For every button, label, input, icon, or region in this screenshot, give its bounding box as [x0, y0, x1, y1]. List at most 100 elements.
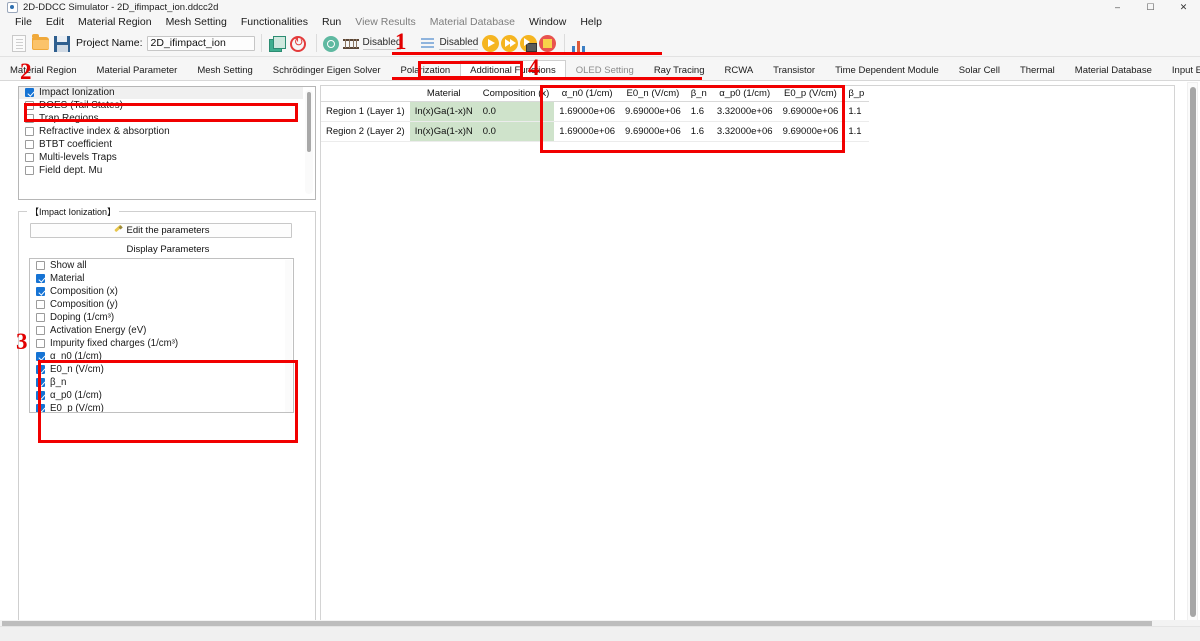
close-icon[interactable]: ✕ [1167, 0, 1200, 15]
tab-input-editor[interactable]: Input Editor [1162, 60, 1200, 80]
cell-alpha-p0[interactable]: 3.32000e+06 [712, 102, 778, 122]
checkbox-icon[interactable] [25, 127, 34, 136]
list-item[interactable]: E0_p (V/cm) [30, 402, 293, 413]
tab-thermal[interactable]: Thermal [1010, 60, 1065, 80]
display-parameters-scrollbar[interactable] [285, 260, 292, 413]
list-item[interactable]: Impurity fixed charges (1/cm³) [30, 337, 293, 350]
cell-e0-n[interactable]: 9.69000e+06 [620, 122, 686, 142]
list-item[interactable]: Show all [30, 259, 293, 272]
play-icon[interactable] [482, 35, 499, 52]
folder-icon[interactable] [32, 34, 50, 52]
list-item[interactable]: BTBT coefficient [19, 138, 303, 151]
list-item[interactable]: DOES (Tail States) [19, 99, 303, 112]
menu-edit[interactable]: Edit [39, 15, 71, 30]
cell-e0-p[interactable]: 9.69000e+06 [778, 122, 844, 142]
cell-alpha-p0[interactable]: 3.32000e+06 [712, 122, 778, 142]
checkbox-icon[interactable] [25, 166, 34, 175]
cell-alpha-n0[interactable]: 1.69000e+06 [554, 102, 620, 122]
cell-beta-n[interactable]: 1.6 [686, 122, 712, 142]
scrollbar-thumb[interactable] [1190, 87, 1196, 617]
stop-icon[interactable] [539, 35, 556, 52]
list-item[interactable]: Refractive index & absorption [19, 125, 303, 138]
checkbox-icon[interactable] [36, 404, 45, 413]
document-icon[interactable] [12, 35, 26, 52]
menu-material-database[interactable]: Material Database [423, 15, 522, 30]
list-item[interactable]: Activation Energy (eV) [30, 324, 293, 337]
list-item[interactable]: E0_n (V/cm) [30, 363, 293, 376]
maximize-icon[interactable]: ☐ [1134, 0, 1167, 15]
checkbox-icon[interactable] [36, 378, 45, 387]
window-vertical-scrollbar[interactable] [1187, 82, 1198, 630]
play-double-icon[interactable] [501, 35, 518, 52]
cell-composition-x[interactable]: 0.0 [478, 102, 555, 122]
menu-run[interactable]: Run [315, 15, 348, 30]
play-document-icon[interactable] [520, 35, 537, 52]
tab-solar-cell[interactable]: Solar Cell [949, 60, 1010, 80]
checkbox-icon[interactable] [36, 261, 45, 270]
list-item[interactable]: α_p0 (1/cm) [30, 389, 293, 402]
list-item[interactable]: Material [30, 272, 293, 285]
list-item[interactable]: Composition (x) [30, 285, 293, 298]
table-row[interactable]: Region 1 (Layer 1) In(x)Ga(1-x)N 0.0 1.6… [321, 102, 869, 122]
menu-functionalities[interactable]: Functionalities [234, 15, 315, 30]
minimize-icon[interactable]: – [1101, 0, 1134, 15]
mesh-circle-icon[interactable] [323, 36, 339, 52]
tab-material-region[interactable]: Material Region [0, 60, 87, 80]
checkbox-icon[interactable] [36, 313, 45, 322]
checkbox-icon[interactable] [25, 88, 34, 97]
tab-mesh-setting[interactable]: Mesh Setting [187, 60, 262, 80]
checkbox-icon[interactable] [25, 101, 34, 110]
edit-parameters-button[interactable]: Edit the parameters [30, 223, 292, 238]
list-item[interactable]: α_n0 (1/cm) [30, 350, 293, 363]
cell-e0-p[interactable]: 9.69000e+06 [778, 102, 844, 122]
tab-time-dependent-module[interactable]: Time Dependent Module [825, 60, 949, 80]
list-item[interactable]: Field dept. Mu [19, 164, 303, 177]
checkbox-icon[interactable] [36, 326, 45, 335]
checkbox-icon[interactable] [36, 287, 45, 296]
checkbox-icon[interactable] [25, 114, 34, 123]
cell-alpha-n0[interactable]: 1.69000e+06 [554, 122, 620, 142]
cell-beta-p[interactable]: 1.1 [843, 122, 869, 142]
lines-icon[interactable] [421, 37, 435, 51]
list-item[interactable]: Trap Regions [19, 112, 303, 125]
table-row[interactable]: Region 2 (Layer 2) In(x)Ga(1-x)N 0.0 1.6… [321, 122, 869, 142]
mesh-grid-icon[interactable] [343, 37, 359, 51]
project-name-input[interactable] [147, 36, 255, 51]
list-item[interactable]: Multi-levels Traps [19, 151, 303, 164]
menu-view-results[interactable]: View Results [348, 15, 423, 30]
cell-beta-n[interactable]: 1.6 [686, 102, 712, 122]
cell-beta-p[interactable]: 1.1 [843, 102, 869, 122]
tab-material-parameter[interactable]: Material Parameter [87, 60, 188, 80]
cell-e0-n[interactable]: 9.69000e+06 [620, 102, 686, 122]
checkbox-icon[interactable] [36, 365, 45, 374]
cell-composition-x[interactable]: 0.0 [478, 122, 555, 142]
tab-additional-functions[interactable]: Additional Functions [460, 60, 566, 80]
tab-polarization[interactable]: Polarization [391, 60, 461, 80]
tab-material-database[interactable]: Material Database [1065, 60, 1162, 80]
tab-ray-tracing[interactable]: Ray Tracing [644, 60, 715, 80]
tab-transistor[interactable]: Transistor [763, 60, 825, 80]
checkbox-icon[interactable] [36, 300, 45, 309]
layers-icon[interactable] [268, 35, 286, 53]
checkbox-icon[interactable] [25, 153, 34, 162]
checkbox-icon[interactable] [25, 140, 34, 149]
checkbox-icon[interactable] [36, 339, 45, 348]
tab-schrodinger-eigen-solver[interactable]: Schrödinger Eigen Solver [263, 60, 391, 80]
menu-window[interactable]: Window [522, 15, 573, 30]
menu-help[interactable]: Help [573, 15, 609, 30]
cell-material[interactable]: In(x)Ga(1-x)N [410, 122, 478, 142]
cell-material[interactable]: In(x)Ga(1-x)N [410, 102, 478, 122]
list-item[interactable]: Impact Ionization [19, 86, 303, 99]
menu-mesh-setting[interactable]: Mesh Setting [159, 15, 234, 30]
functions-list-scrollbar[interactable] [305, 90, 313, 194]
list-item[interactable]: Doping (1/cm³) [30, 311, 293, 324]
checkbox-icon[interactable] [36, 352, 45, 361]
list-item[interactable]: Composition (y) [30, 298, 293, 311]
tab-rcwa[interactable]: RCWA [715, 60, 764, 80]
refresh-icon[interactable] [290, 36, 306, 52]
scrollbar-thumb[interactable] [307, 92, 311, 152]
list-item[interactable]: β_n [30, 376, 293, 389]
bar-chart-icon[interactable] [571, 37, 587, 52]
menu-material-region[interactable]: Material Region [71, 15, 159, 30]
save-icon[interactable] [54, 36, 70, 52]
